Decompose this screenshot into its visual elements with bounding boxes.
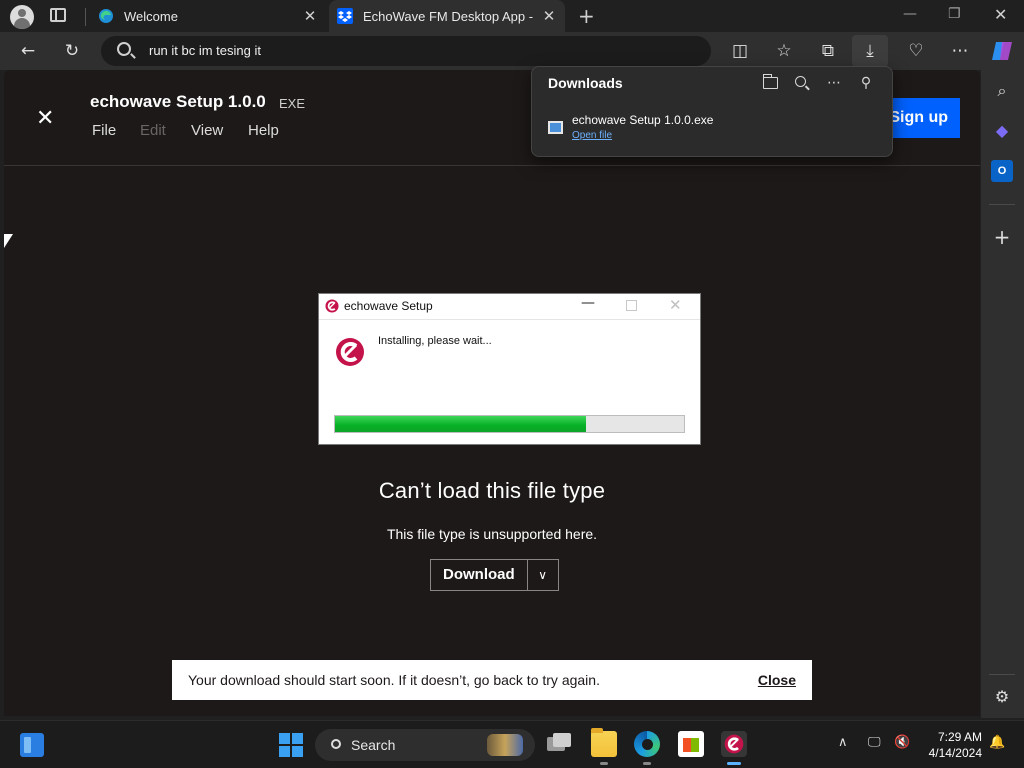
collections-icon[interactable]: ⧉	[817, 40, 839, 62]
more-options-icon[interactable]: ⋯	[824, 73, 844, 93]
taskbar-search-label: Search	[351, 737, 396, 753]
installer-body: Installing, please wait...	[319, 319, 700, 444]
sidebar-divider	[989, 674, 1015, 675]
split-screen-icon[interactable]: ◫	[729, 40, 751, 62]
outlook-icon[interactable]: O	[991, 160, 1013, 182]
cant-load-heading: Can’t load this file type	[378, 478, 606, 503]
download-icon[interactable]: ⤓	[859, 40, 881, 62]
back-arrow-icon[interactable]: ←	[17, 40, 39, 62]
add-app-icon[interactable]: +	[991, 226, 1013, 248]
tab-welcome[interactable]: Welcome ✕	[90, 0, 326, 32]
download-button[interactable]: Download	[431, 560, 528, 590]
snackbar-close-button[interactable]: Close	[758, 672, 796, 688]
app-indicator	[727, 762, 741, 765]
address-bar[interactable]: run it bc im tesing it	[101, 36, 711, 66]
menu-edit: Edit	[140, 122, 166, 139]
installer-titlebar[interactable]: echowave Setup — ✕	[319, 294, 700, 319]
file-explorer-icon[interactable]	[591, 728, 617, 765]
tab-close-icon[interactable]: ✕	[537, 7, 561, 25]
installer-file-icon	[548, 121, 563, 134]
open-file-link[interactable]: Open file	[572, 130, 612, 141]
snackbar-message: Your download should start soon. If it d…	[188, 672, 600, 688]
install-progress-bar	[334, 415, 685, 433]
file-extension-badge: EXE	[279, 96, 306, 111]
edge-sidebar: ⌕ ◆ O + ⚙	[981, 70, 1024, 718]
echowave-logo-icon	[724, 734, 744, 754]
search-icon	[331, 739, 341, 749]
sign-up-button[interactable]: Sign up	[884, 98, 960, 138]
notification-bell-icon[interactable]: 🔔	[989, 735, 1005, 750]
downloads-title: Downloads	[548, 75, 623, 91]
chevron-up-icon[interactable]: ∧	[838, 735, 848, 750]
open-folder-icon[interactable]	[762, 74, 778, 89]
network-icon[interactable]: 🖵	[868, 735, 881, 750]
search-icon[interactable]: ⌕	[991, 80, 1013, 102]
close-preview-icon[interactable]: ✕	[36, 106, 54, 131]
tab-actions-icon[interactable]	[50, 8, 66, 22]
close-icon: ✕	[669, 296, 682, 314]
download-snackbar: Your download should start soon. If it d…	[172, 660, 812, 700]
start-button[interactable]	[279, 733, 303, 757]
tab-echowave[interactable]: EchoWave FM Desktop App - Dr ✕	[329, 0, 565, 32]
widgets-icon[interactable]	[20, 733, 44, 757]
menu-file[interactable]: File	[92, 122, 116, 139]
search-icon	[117, 42, 131, 56]
app-indicator	[600, 762, 608, 765]
download-file-name[interactable]: echowave Setup 1.0.0.exe	[572, 113, 713, 127]
dropbox-favicon-icon	[337, 8, 353, 24]
task-view-icon[interactable]	[547, 731, 573, 757]
favorites-icon[interactable]: ☆	[773, 40, 795, 62]
echowave-taskbar-icon[interactable]	[721, 731, 747, 765]
address-input[interactable]: run it bc im tesing it	[149, 43, 261, 58]
tab-bar: Welcome ✕ EchoWave FM Desktop App - Dr ✕…	[0, 0, 1024, 32]
app-indicator	[643, 762, 651, 765]
install-progress-fill	[335, 416, 587, 432]
system-clock[interactable]: 7:29 AM 4/14/2024	[918, 729, 982, 761]
file-title: echowave Setup 1.0.0	[90, 92, 266, 111]
chevron-down-icon[interactable]: ∨	[528, 560, 558, 590]
echowave-logo-icon	[325, 299, 339, 313]
volume-muted-icon[interactable]: 🔇	[894, 735, 910, 750]
clock-date: 4/14/2024	[928, 746, 982, 760]
taskbar-search[interactable]: Search	[315, 729, 535, 761]
new-tab-icon[interactable]: +	[578, 4, 595, 28]
profile-avatar[interactable]	[10, 5, 34, 29]
installer-title: echowave Setup	[344, 299, 433, 313]
refresh-icon[interactable]: ↻	[61, 40, 83, 62]
minimize-icon[interactable]: —	[581, 295, 595, 311]
installing-message: Installing, please wait...	[378, 335, 492, 347]
settings-gear-icon[interactable]: ⚙	[991, 686, 1013, 708]
search-downloads-icon[interactable]	[795, 76, 806, 87]
browser-essentials-icon[interactable]: ♡	[905, 40, 927, 62]
window-close-icon[interactable]: ✕	[994, 5, 1007, 24]
menu-view[interactable]: View	[191, 122, 223, 139]
restore-icon[interactable]: ❐	[948, 6, 961, 22]
minimize-icon[interactable]: —	[903, 6, 917, 22]
clock-time: 7:29 AM	[937, 730, 982, 744]
sidebar-divider	[989, 204, 1015, 205]
copilot-sidebar-icon[interactable]: ◆	[991, 120, 1013, 142]
unsupported-message: This file type is unsupported here.	[386, 526, 598, 542]
pin-icon[interactable]: ⚲	[856, 73, 876, 93]
more-options-icon[interactable]: ⋯	[949, 40, 971, 62]
edge-taskbar-icon[interactable]	[634, 731, 660, 765]
microsoft-store-icon[interactable]	[678, 731, 704, 757]
search-highlight-image	[487, 734, 523, 756]
installer-window: echowave Setup — ✕ Installing, please wa…	[318, 293, 701, 445]
download-button-group: Download ∨	[430, 559, 559, 591]
windows-taskbar: Search ∧ 🖵 🔇 7:29 AM 4/14/2024 🔔	[0, 720, 1024, 768]
tab-title: EchoWave FM Desktop App - Dr	[363, 8, 537, 24]
echowave-logo-icon	[336, 338, 364, 366]
maximize-icon	[626, 300, 637, 311]
mouse-cursor	[4, 234, 13, 248]
downloads-flyout: Downloads ⋯ ⚲ echowave Setup 1.0.0.exe O…	[531, 66, 893, 157]
menu-help[interactable]: Help	[248, 122, 279, 139]
browser-toolbar: ← ↻ run it bc im tesing it ◫ ☆ ⧉ ⤓ ♡ ⋯	[0, 32, 1024, 70]
tab-close-icon[interactable]: ✕	[298, 7, 322, 25]
tab-title: Welcome	[124, 8, 178, 24]
edge-favicon-icon	[99, 9, 113, 23]
copilot-icon[interactable]	[990, 40, 1014, 62]
tab-divider	[85, 8, 86, 26]
